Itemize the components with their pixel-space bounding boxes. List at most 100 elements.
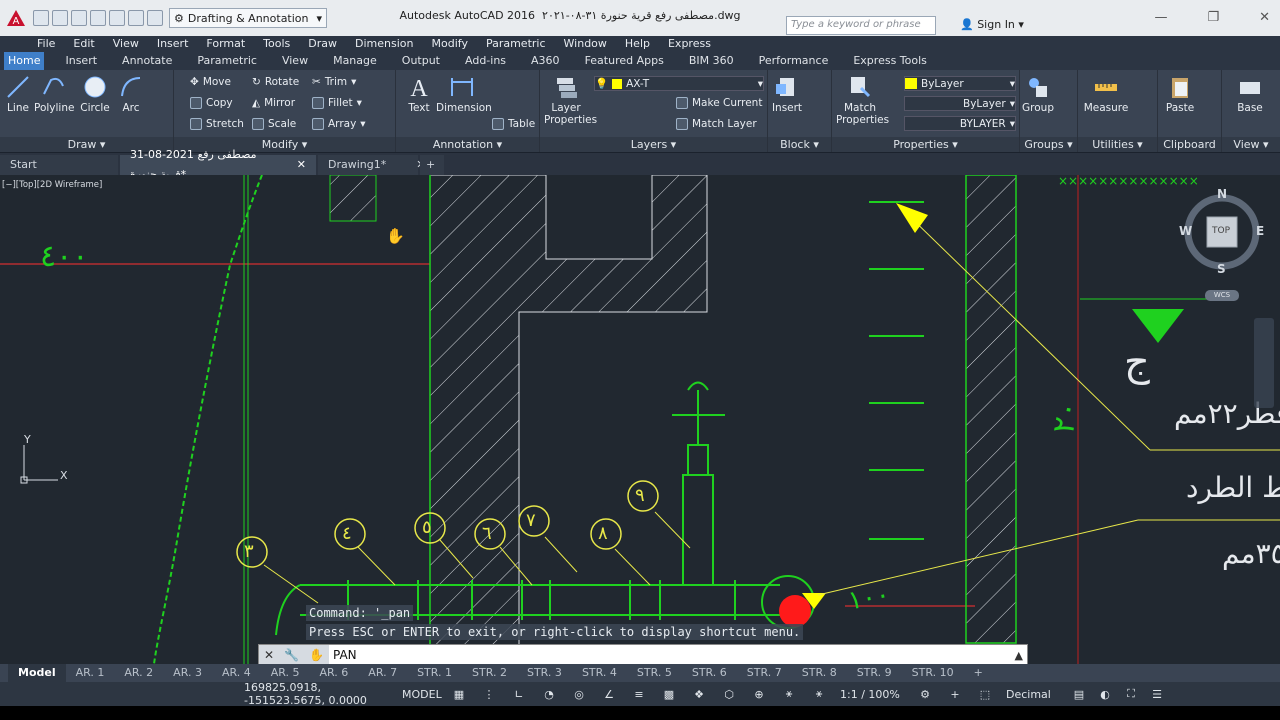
menu-tools[interactable]: Tools [263,36,290,52]
undo-icon[interactable] [128,10,144,26]
compass-south[interactable]: S [1217,262,1226,276]
new-icon[interactable] [33,10,49,26]
menu-help[interactable]: Help [625,36,650,52]
otrack-icon[interactable]: ∠ [594,688,624,701]
layout-tab[interactable]: STR. 1 [407,664,462,682]
workspace-dropdown[interactable]: ⚙ Drafting & Annotation ▾ [169,8,327,28]
ortho-icon[interactable]: ∟ [504,688,534,701]
menu-file[interactable]: File [37,36,55,52]
move-button[interactable]: ✥ Move [190,76,231,88]
layout-tab[interactable]: STR. 9 [847,664,902,682]
array-button[interactable]: Array ▾ [312,118,366,130]
annotation-visibility-icon[interactable]: ⚹ [774,687,804,701]
tab-a360[interactable]: A360 [527,52,564,70]
lineweight-dropdown[interactable]: BYLAYER ▾ [904,116,1016,131]
make-current-button[interactable]: Make Current [676,97,762,109]
plus-icon[interactable]: + [940,688,970,701]
rotate-button[interactable]: ↻ Rotate [252,76,299,88]
maximize-icon[interactable]: ❐ [1207,10,1219,25]
layout-tab-model[interactable]: Model [8,664,66,682]
layout-tab[interactable]: AR. 5 [261,664,310,682]
hardware-acceleration-icon[interactable]: ◐ [1092,688,1118,701]
menu-dimension[interactable]: Dimension [355,36,413,52]
autocad-logo-icon[interactable]: A [3,5,29,31]
layout-tab[interactable]: AR. 7 [358,664,407,682]
tab-performance[interactable]: Performance [755,52,833,70]
layout-tab[interactable]: AR. 6 [310,664,359,682]
layout-tab[interactable]: AR. 2 [114,664,163,682]
circle-button[interactable]: Circle [78,74,112,114]
table-button[interactable]: Table [492,118,535,130]
navigation-bar[interactable] [1254,318,1274,408]
clean-screen-icon[interactable]: ⛶ [1118,687,1144,701]
close-tab-icon[interactable]: ✕ [297,155,306,175]
viewcube[interactable]: TOP N S W E [1179,187,1264,276]
sign-in-button[interactable]: 👤 Sign In ▾ [960,18,1024,31]
model-space-toggle[interactable]: MODEL [402,688,444,701]
scale-button[interactable]: Scale [252,118,296,130]
menu-format[interactable]: Format [206,36,245,52]
doc-tab-drawing1[interactable]: Drawing1*✕ [318,155,425,175]
tab-bim-360[interactable]: BIM 360 [685,52,738,70]
customization-icon[interactable]: ☰ [1144,688,1170,701]
compass-east[interactable]: E [1256,224,1264,238]
layout-tab[interactable]: STR. 7 [737,664,792,682]
drawing-canvas[interactable]: [−][Top][2D Wireframe] ×××××××××××××× ٤٠… [0,175,1280,664]
units-dropdown[interactable]: Decimal [1006,688,1066,701]
polyline-button[interactable]: Polyline [34,74,74,114]
doc-tab-drawing[interactable]: 31-08-2021 مصطفى رفع قرية حنورة*✕ [120,148,316,181]
annotation-scale-auto-icon[interactable]: ⚹ [804,687,834,701]
viewcube-top[interactable]: TOP [1212,226,1230,236]
polar-icon[interactable]: ◔ [534,688,564,701]
quick-properties-icon[interactable]: ▤ [1066,688,1092,701]
search-input[interactable]: Type a keyword or phrase [786,16,936,35]
layout-tab[interactable]: STR. 3 [517,664,572,682]
command-line[interactable]: ✕ 🔧 ✋ PAN ▲ [258,644,1028,666]
text-button[interactable]: A Text [404,74,434,114]
close-icon[interactable]: ✕ [1259,10,1270,25]
wcs-menu[interactable]: WCS [1205,290,1239,301]
measure-button[interactable]: Measure [1082,74,1130,114]
osnap-icon[interactable]: ◎ [564,688,594,701]
trim-button[interactable]: ✂ Trim ▾ [312,76,356,88]
color-dropdown[interactable]: ByLayer ▾ [904,76,1016,91]
doc-tab-start[interactable]: Start [0,155,118,175]
isolate-icon[interactable]: ⬚ [970,688,1000,701]
layout-tab[interactable]: STR. 4 [572,664,627,682]
compass-west[interactable]: W [1179,224,1192,238]
ucs-dynamic-icon[interactable]: ⊕ [744,688,774,701]
3d-osnap-icon[interactable]: ⬡ [714,688,744,701]
menu-view[interactable]: View [113,36,139,52]
tab-add-ins[interactable]: Add-ins [461,52,510,70]
transparency-icon[interactable]: ▩ [654,688,684,701]
tab-home[interactable]: Home [4,52,45,70]
layout-tab[interactable]: AR. 4 [212,664,261,682]
base-view-button[interactable]: Base [1234,74,1266,114]
close-icon[interactable]: ✕ [264,648,274,662]
panel-title-properties[interactable]: Properties ▾ [832,137,1019,152]
copy-button[interactable]: Copy [190,97,233,109]
add-layout-button[interactable]: + [964,664,993,682]
tab-manage[interactable]: Manage [329,52,381,70]
snap-icon[interactable]: ⋮ [474,688,504,701]
selection-cycling-icon[interactable]: ❖ [684,688,714,701]
tab-view[interactable]: View [278,52,312,70]
panel-title-utilities[interactable]: Utilities ▾ [1078,137,1157,152]
layout-tab[interactable]: AR. 1 [66,664,115,682]
dimension-button[interactable]: Dimension [436,74,492,114]
menu-express[interactable]: Express [668,36,711,52]
save-as-icon[interactable] [90,10,106,26]
workspace-gear-icon[interactable]: ⚙ [910,688,940,701]
menu-edit[interactable]: Edit [73,36,94,52]
layout-tab[interactable]: STR. 8 [792,664,847,682]
lineweight-icon[interactable]: ≡ [624,688,654,701]
open-icon[interactable] [52,10,68,26]
save-icon[interactable] [71,10,87,26]
grid-icon[interactable]: ▦ [444,688,474,701]
menu-parametric[interactable]: Parametric [486,36,546,52]
print-icon[interactable] [109,10,125,26]
layout-tab[interactable]: STR. 10 [902,664,964,682]
new-tab-button[interactable]: + [420,155,444,175]
wrench-icon[interactable]: 🔧 [284,648,299,662]
command-input[interactable]: PAN [329,648,357,662]
